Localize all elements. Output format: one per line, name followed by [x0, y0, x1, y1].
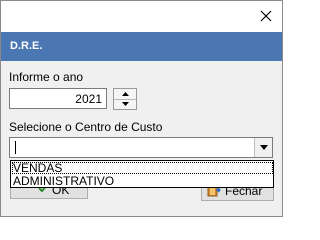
dialog-title: D.R.E. [10, 40, 43, 52]
year-label: Informe o ano [9, 70, 84, 84]
up-arrow-icon [121, 92, 129, 96]
cost-center-dropdown-list: VENDAS ADMINISTRATIVO [10, 160, 274, 188]
title-bar [1, 1, 282, 32]
text-caret [15, 141, 16, 154]
year-input[interactable]: 2021 [9, 88, 107, 109]
header-band: D.R.E. [1, 32, 282, 61]
down-arrow-icon [121, 102, 129, 106]
cost-center-label: Selecione o Centro de Custo [9, 120, 163, 134]
year-spinner[interactable] [113, 88, 137, 110]
dre-dialog: D.R.E. Informe o ano 2021 Selecione o Ce… [0, 0, 283, 217]
year-decrement-button[interactable] [114, 99, 136, 109]
dropdown-option-vendas[interactable]: VENDAS [12, 162, 273, 174]
close-window-button[interactable] [254, 5, 278, 27]
close-icon [260, 10, 272, 22]
cost-center-dropdown-button[interactable] [254, 138, 272, 157]
dropdown-option-administrativo[interactable]: ADMINISTRATIVO [12, 175, 273, 187]
cost-center-combobox[interactable] [9, 137, 273, 158]
chevron-down-icon [259, 145, 268, 150]
